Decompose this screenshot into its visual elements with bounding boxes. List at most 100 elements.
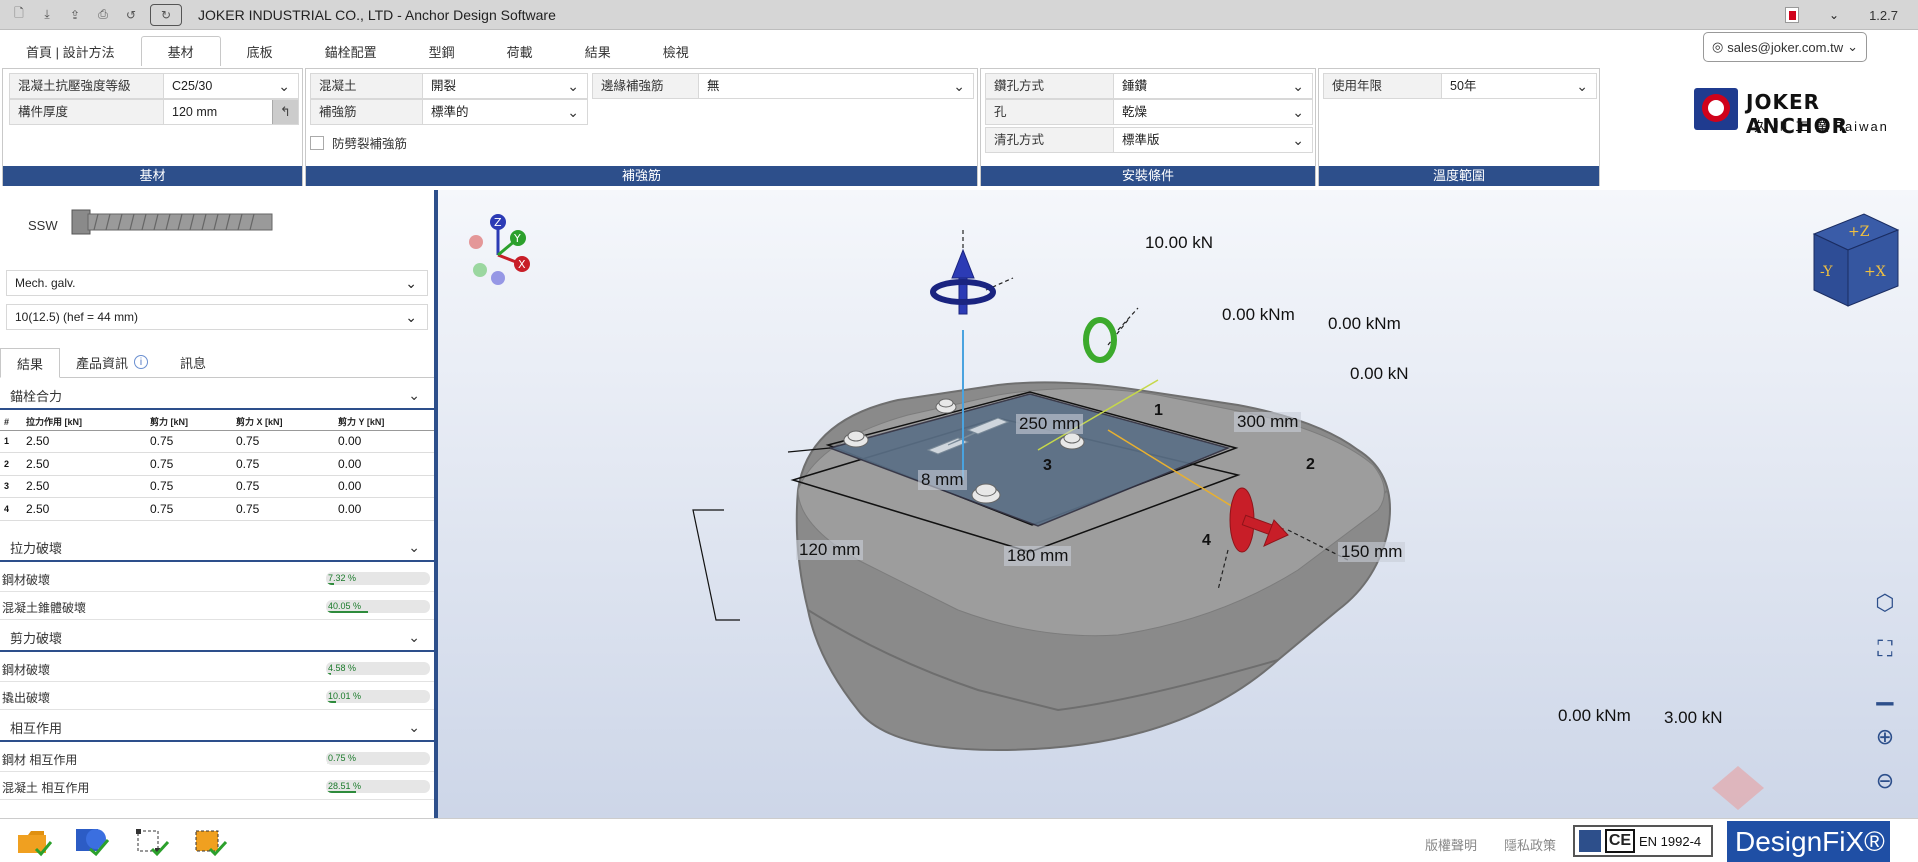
- cube-view-icon[interactable]: ⬡: [1872, 590, 1898, 616]
- tab-results[interactable]: 結果: [559, 36, 637, 66]
- chevron-down-icon: ⌄: [408, 718, 420, 735]
- section-view-icon[interactable]: ▁: [1872, 680, 1898, 706]
- chevron-down-icon: ⌄: [1847, 39, 1858, 54]
- table-cell: 0.75: [232, 452, 334, 476]
- drill-method-field[interactable]: 鑽孔方式 錘鑽 ⌄: [985, 73, 1313, 99]
- edge-rebar-select[interactable]: 無 ⌄: [699, 74, 973, 98]
- chevron-down-icon: ⌄: [953, 78, 965, 94]
- coating-select[interactable]: Mech. galv. ⌄: [6, 270, 428, 296]
- thickness-input[interactable]: 120 mm: [164, 100, 272, 124]
- section-tension-failure[interactable]: 拉力破壞 ⌄: [0, 534, 434, 562]
- dimension-label: 8 mm: [918, 470, 967, 490]
- cleaning-method-select[interactable]: 標準版 ⌄: [1114, 128, 1312, 152]
- table-cell: 0.75: [146, 452, 232, 476]
- user-account-button[interactable]: ◎ sales@joker.com.tw ⌄: [1702, 32, 1867, 62]
- reset-icon[interactable]: ↰: [272, 100, 298, 124]
- group-footer: 基材: [3, 166, 302, 186]
- axis-label-x: X: [518, 258, 526, 271]
- field-label: 混凝土: [311, 74, 423, 98]
- info-icon: i: [134, 355, 149, 369]
- ribbon-group-temperature: 使用年限 50年 ⌄ 溫度範圍: [1318, 68, 1600, 186]
- language-flag-icon[interactable]: [1785, 7, 1800, 23]
- print-icon[interactable]: ⎙: [94, 6, 112, 24]
- edge-rebar-field[interactable]: 邊緣補強筋 無 ⌄: [592, 73, 974, 99]
- column-header: 剪力 X [kN]: [232, 414, 334, 431]
- certification-badge: CE EN 1992-4: [1573, 825, 1713, 857]
- tab-view[interactable]: 檢視: [637, 36, 715, 66]
- tab-steel-profile[interactable]: 型鋼: [403, 36, 481, 66]
- chevron-down-icon[interactable]: ⌄: [1829, 8, 1839, 22]
- subtab-messages[interactable]: 訊息: [164, 347, 222, 377]
- new-file-icon[interactable]: 🗋: [10, 6, 28, 24]
- table-cell: 4: [0, 497, 22, 521]
- fit-screen-icon[interactable]: ⛶: [1872, 636, 1898, 662]
- field-value: 標準版: [1122, 133, 1160, 147]
- section-title: 錨栓合力: [10, 388, 63, 404]
- privacy-link[interactable]: 隱私政策: [1504, 835, 1556, 854]
- subtab-product-info[interactable]: 產品資訊 i: [60, 347, 164, 377]
- tab-anchor-layout[interactable]: 錨栓配置: [299, 36, 403, 66]
- view-cube[interactable]: +Z -Y +X: [1794, 204, 1904, 314]
- check-design-icon[interactable]: [74, 825, 110, 857]
- hole-condition-field[interactable]: 孔 乾燥 ⌄: [985, 99, 1313, 125]
- result-row-interaction-steel: 鋼材 相互作用 0.75 %: [0, 744, 434, 772]
- size-select[interactable]: 10(12.5) (hef = 44 mm) ⌄: [6, 304, 428, 330]
- concrete-grade-select[interactable]: C25/30 ⌄: [164, 74, 298, 98]
- concrete-state-select[interactable]: 開裂 ⌄: [423, 74, 587, 98]
- subtab-results[interactable]: 結果: [0, 348, 61, 378]
- result-row-tension-concrete: 混凝土錐體破壞 40.05 %: [0, 592, 434, 620]
- table-row: 1 2.50 0.75 0.75 0.00: [0, 430, 434, 453]
- cube-face-top: +Z: [1848, 224, 1870, 240]
- splitting-rebar-checkbox[interactable]: [310, 135, 324, 150]
- splitting-rebar-checkbox-row[interactable]: 防劈裂補強筋: [310, 133, 407, 152]
- logo-subtitle: 久 川 工 業 Taiwan: [1754, 119, 1889, 134]
- field-value: 50年: [1450, 79, 1477, 93]
- concrete-grade-field[interactable]: 混凝土抗壓強度等級 C25/30 ⌄: [9, 73, 299, 99]
- zoom-in-icon[interactable]: ⊕: [1872, 724, 1898, 750]
- open-project-icon[interactable]: [16, 825, 52, 857]
- concrete-state-field[interactable]: 混凝土 開裂 ⌄: [310, 73, 588, 99]
- layout-check-icon[interactable]: [134, 825, 170, 857]
- chevron-down-icon: ⌄: [278, 78, 290, 94]
- dimension-label: 300 mm: [1234, 412, 1302, 432]
- table-cell: 2.50: [22, 430, 146, 453]
- tab-loads[interactable]: 荷載: [481, 36, 559, 66]
- result-label: 鋼材破壞: [2, 573, 51, 587]
- drill-method-select[interactable]: 錘鑽 ⌄: [1114, 74, 1312, 98]
- vertical-load-label: 10.00 kN: [1145, 233, 1214, 252]
- axis-gizmo[interactable]: Z Y X: [468, 210, 538, 285]
- plate-check-icon[interactable]: [192, 825, 228, 857]
- rebar-field[interactable]: 補強筋 標準的 ⌄: [310, 99, 588, 125]
- zoom-out-icon[interactable]: ⊖: [1872, 768, 1898, 794]
- section-interaction[interactable]: 相互作用 ⌄: [0, 714, 434, 742]
- hole-condition-select[interactable]: 乾燥 ⌄: [1114, 100, 1312, 124]
- table-cell: 2: [0, 452, 22, 476]
- export-icon[interactable]: ⇪: [66, 6, 84, 24]
- product-name: SSW: [28, 218, 58, 233]
- redo-icon[interactable]: ↻: [150, 3, 182, 26]
- field-value: 標準的: [431, 105, 469, 119]
- tab-base-material[interactable]: 基材: [140, 36, 221, 66]
- tab-base-plate[interactable]: 底板: [221, 36, 299, 66]
- cleaning-method-field[interactable]: 清孔方式 標準版 ⌄: [985, 127, 1313, 153]
- rebar-select[interactable]: 標準的 ⌄: [423, 100, 587, 124]
- tab-home[interactable]: 首頁 | 設計方法: [0, 36, 141, 66]
- field-value: 乾燥: [1122, 105, 1148, 119]
- section-anchor-forces[interactable]: 錨栓合力 ⌄: [0, 382, 434, 410]
- bottom-bar: 版權聲明 隱私政策 CE EN 1992-4 DesignFiX®: [0, 818, 1918, 862]
- table-cell: 0.75: [232, 475, 334, 498]
- chevron-down-icon: ⌄: [1292, 104, 1304, 120]
- result-label: 撬出破壞: [2, 691, 51, 705]
- select-value: Mech. galv.: [15, 276, 76, 290]
- dimension-label: 150 mm: [1338, 542, 1406, 562]
- service-life-field[interactable]: 使用年限 50年 ⌄: [1323, 73, 1597, 99]
- dimension-label: 180 mm: [1004, 546, 1072, 566]
- service-life-select[interactable]: 50年 ⌄: [1442, 74, 1596, 98]
- save-icon[interactable]: ⤓: [38, 6, 56, 24]
- copyright-link[interactable]: 版權聲明: [1425, 835, 1477, 854]
- section-shear-failure[interactable]: 剪力破壞 ⌄: [0, 624, 434, 652]
- 3d-viewport[interactable]: Z Y X +Z -Y +X 10.00 kN 0.00 kNm 0.00 kN…: [438, 190, 1918, 818]
- thickness-field[interactable]: 構件厚度 120 mm ↰: [9, 99, 299, 125]
- subtab-label: 訊息: [180, 355, 207, 371]
- undo-icon[interactable]: ↺: [122, 6, 140, 24]
